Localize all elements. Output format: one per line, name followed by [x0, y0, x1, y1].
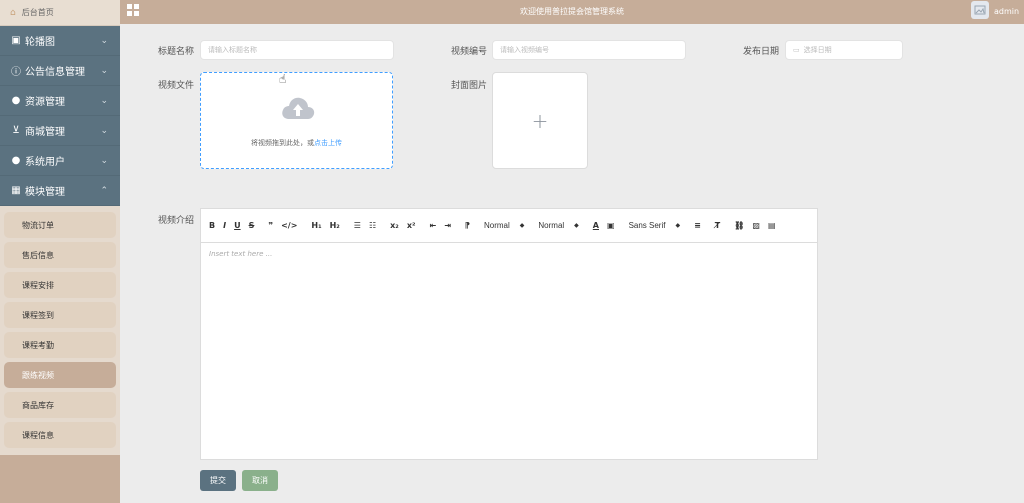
- blockquote-icon[interactable]: ❞: [268, 221, 273, 230]
- date-placeholder: 选择日期: [803, 46, 832, 54]
- sidebar-item-mall[interactable]: ⊻ 商城管理 ⌄: [0, 116, 120, 146]
- video-intro-label: 视频介绍: [158, 216, 195, 226]
- text-color-icon[interactable]: A: [593, 221, 599, 230]
- editor-content[interactable]: Insert text here ...: [201, 243, 817, 265]
- sidebar-item-resources[interactable]: ● 资源管理 ⌄: [0, 86, 120, 116]
- ordered-list-icon[interactable]: ☰: [354, 221, 361, 230]
- chevron-down-icon: ⌄: [100, 155, 108, 166]
- sidebar-item-label: 系统用户: [25, 157, 65, 168]
- submenu-item-attendance[interactable]: 课程考勤: [4, 332, 116, 358]
- chevron-down-icon: ⌄: [100, 35, 108, 46]
- top-bar: 欢迎使用普拉提会馆管理系统 admin: [120, 0, 1024, 24]
- submenu-item-aftersales[interactable]: 售后信息: [4, 242, 116, 268]
- select-arrow-icon: ◆: [675, 223, 681, 229]
- submenu-item-inventory[interactable]: 商品库存: [4, 392, 116, 418]
- font-select[interactable]: Sans Serif ◆: [629, 221, 681, 230]
- sidebar-item-label: 公告信息管理: [25, 67, 85, 78]
- cover-image-label: 封面图片: [451, 81, 488, 91]
- publish-date-label: 发布日期: [743, 47, 780, 57]
- submenu-item-logistics[interactable]: 物流订单: [4, 212, 116, 238]
- background-color-icon[interactable]: ▣: [607, 221, 615, 230]
- sidebar-item-modules[interactable]: ▦ 模块管理 ⌃: [0, 176, 120, 206]
- sidebar-item-label: 轮播图: [25, 37, 55, 48]
- calendar-icon: ▭: [793, 46, 800, 54]
- video-file-label: 视频文件: [158, 81, 195, 91]
- sidebar-item-label: 商城管理: [25, 127, 65, 138]
- video-upload-dropzone[interactable]: 将视频拖到此处，或点击上传: [200, 72, 393, 169]
- user-icon: ●: [11, 155, 21, 166]
- bold-icon[interactable]: B: [209, 221, 215, 230]
- italic-icon[interactable]: I: [223, 221, 226, 230]
- app-title: 欢迎使用普拉提会馆管理系统: [520, 7, 624, 16]
- username[interactable]: admin: [994, 7, 1019, 16]
- chevron-up-icon: ⌃: [100, 185, 108, 196]
- text-direction-icon[interactable]: ⁋: [465, 221, 470, 230]
- header-select[interactable]: Normal ◆: [484, 221, 524, 230]
- mouse-cursor-icon: ☝: [279, 72, 287, 86]
- publish-date-picker[interactable]: ▭ 选择日期: [785, 40, 903, 60]
- module-submenu: 物流订单 售后信息 课程安排 课程签到 课程考勤 跟练视频 商品库存 课程信息: [0, 206, 120, 455]
- sidebar: ⌂ 后台首页 ▣ 轮播图 ⌄ ⓘ 公告信息管理 ⌄ ● 资源管理 ⌄ ⊻ 商城管…: [0, 0, 120, 503]
- bullet-list-icon[interactable]: ☷: [369, 221, 376, 230]
- info-circle-icon: ⓘ: [11, 67, 21, 78]
- plus-icon: +: [531, 109, 549, 133]
- header2-icon[interactable]: H₂: [330, 221, 340, 230]
- chevron-down-icon: ⌄: [100, 95, 108, 106]
- submenu-item-course-info[interactable]: 课程信息: [4, 422, 116, 448]
- video-insert-icon[interactable]: ▤: [768, 221, 776, 230]
- upload-text: 将视频拖到此处，或点击上传: [251, 139, 342, 147]
- link-icon[interactable]: ⛓: [734, 221, 744, 230]
- image-insert-icon[interactable]: ▨: [752, 221, 760, 230]
- image-icon: ▣: [11, 35, 21, 46]
- subscript-icon[interactable]: x₂: [390, 221, 399, 230]
- header1-icon[interactable]: H₁: [311, 221, 321, 230]
- video-code-input[interactable]: 请输入视频编号: [492, 40, 686, 60]
- home-icon: ⌂: [10, 7, 16, 18]
- grid-icon: ▦: [11, 185, 21, 196]
- select-arrow-icon: ◆: [574, 223, 579, 229]
- submit-button[interactable]: 提交: [200, 470, 236, 491]
- avatar[interactable]: [971, 1, 989, 19]
- superscript-icon[interactable]: x²: [407, 221, 416, 230]
- avatar-image-icon: [974, 5, 986, 15]
- chevron-down-icon: ⌄: [100, 65, 108, 76]
- chevron-down-icon: ⌄: [100, 125, 108, 136]
- sidebar-item-label: 资源管理: [25, 97, 65, 108]
- video-code-label: 视频编号: [451, 47, 488, 57]
- sidebar-item-carousel[interactable]: ▣ 轮播图 ⌄: [0, 26, 120, 56]
- sidebar-item-users[interactable]: ● 系统用户 ⌄: [0, 146, 120, 176]
- sidebar-item-notices[interactable]: ⓘ 公告信息管理 ⌄: [0, 56, 120, 86]
- submenu-item-signin[interactable]: 课程签到: [4, 302, 116, 328]
- submenu-item-follow-video[interactable]: 跟练视频: [4, 362, 116, 388]
- align-icon[interactable]: ≡: [694, 221, 701, 230]
- code-block-icon[interactable]: </>: [281, 221, 297, 230]
- rich-text-editor: B I U S ❞ </> H₁ H₂ ☰ ☷ x₂ x² ⇤ ⇥ ⁋ Norm…: [200, 208, 818, 460]
- cancel-button[interactable]: 取消: [242, 470, 278, 491]
- underline-icon[interactable]: U: [234, 221, 241, 230]
- title-input[interactable]: 请输入标题名称: [200, 40, 394, 60]
- home-label: 后台首页: [21, 8, 54, 17]
- indent-icon[interactable]: ⇥: [444, 221, 451, 230]
- location-pin-icon: ●: [11, 95, 21, 106]
- submenu-item-schedule[interactable]: 课程安排: [4, 272, 116, 298]
- select-arrow-icon: ◆: [519, 223, 525, 229]
- title-label: 标题名称: [158, 47, 195, 57]
- strike-icon[interactable]: S: [249, 221, 255, 230]
- cover-upload[interactable]: +: [492, 72, 588, 169]
- upload-link[interactable]: 点击上传: [314, 139, 342, 147]
- clean-format-icon[interactable]: T̸: [715, 221, 720, 230]
- sidebar-item-label: 模块管理: [25, 187, 65, 198]
- upload-cloud-icon: [282, 97, 315, 119]
- outdent-icon[interactable]: ⇤: [429, 221, 436, 230]
- cart-icon: ⊻: [12, 125, 20, 136]
- size-select[interactable]: Normal ◆: [538, 221, 578, 230]
- editor-toolbar: B I U S ❞ </> H₁ H₂ ☰ ☷ x₂ x² ⇤ ⇥ ⁋ Norm…: [201, 209, 817, 243]
- sidebar-home-link[interactable]: ⌂ 后台首页: [0, 0, 120, 26]
